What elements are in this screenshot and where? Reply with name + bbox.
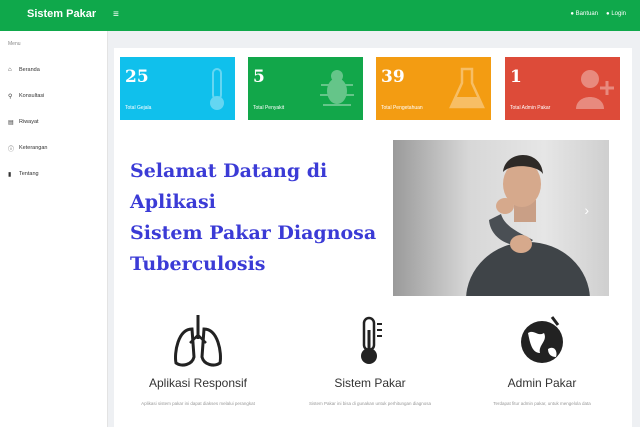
sidebar-item-label: Keterangan xyxy=(19,145,48,151)
sidebar: Menu ⌂ Beranda ⚲ Konsultasi ▤ Riwayat ⓘ … xyxy=(0,31,108,427)
sidebar-item-label: Konsultasi xyxy=(19,93,45,99)
sidebar-item-riwayat[interactable]: ▤ Riwayat xyxy=(0,109,107,135)
feature-aplikasi-responsif: Aplikasi Responsif Aplikasi sistem pakar… xyxy=(118,311,278,407)
bug-icon xyxy=(320,70,354,106)
top-right-links: ● Bantuan ● Login xyxy=(570,11,626,17)
feature-title: Admin Pakar xyxy=(507,376,577,390)
stat-label: Total Admin Pakar xyxy=(510,105,551,111)
history-icon: ▤ xyxy=(8,119,14,126)
sidebar-item-beranda[interactable]: ⌂ Beranda xyxy=(0,57,107,83)
welcome-heading: Selamat Datang di Aplikasi Sistem Pakar … xyxy=(130,156,380,280)
sidebar-item-label: Tentang xyxy=(19,171,39,177)
thermometer-icon xyxy=(290,311,450,371)
welcome-line: Sistem Pakar Diagnosa xyxy=(130,222,377,244)
sidebar-item-tentang[interactable]: ▮ Tentang xyxy=(0,161,107,187)
feature-desc: Sistem Pakar ini bisa di gunakan untuk p… xyxy=(308,401,432,406)
flask-icon xyxy=(449,67,485,109)
main-content: 25 Total Gejala 5 Total Penyakit 39 Tota… xyxy=(114,48,632,427)
feature-title: Sistem Pakar xyxy=(334,376,406,390)
stat-label: Total Gejala xyxy=(125,105,152,111)
feature-title: Aplikasi Responsif xyxy=(148,376,248,390)
stat-box-penyakit[interactable]: 5 Total Penyakit xyxy=(248,57,363,120)
welcome-line: Tuberculosis xyxy=(130,253,266,275)
hamburger-icon[interactable]: ≡ xyxy=(113,9,119,20)
globe-icon xyxy=(462,311,622,371)
sidebar-heading: Menu xyxy=(8,41,21,47)
chevron-right-icon[interactable]: › xyxy=(584,202,589,218)
top-navbar: Sistem Pakar ≡ ● Bantuan ● Login xyxy=(0,0,640,31)
home-icon: ⌂ xyxy=(8,67,12,73)
help-icon: ● xyxy=(570,11,574,17)
stat-label: Total Penyakit xyxy=(253,105,285,111)
sidebar-item-konsultasi[interactable]: ⚲ Konsultasi xyxy=(0,83,107,109)
brand-title[interactable]: Sistem Pakar xyxy=(27,8,96,20)
sidebar-item-keterangan[interactable]: ⓘ Keterangan xyxy=(0,135,107,161)
help-link[interactable]: ● Bantuan xyxy=(570,11,598,17)
stat-value: 39 xyxy=(381,67,405,87)
stat-label: Total Pengetahuan xyxy=(381,105,423,111)
stat-value: 1 xyxy=(510,67,522,87)
sidebar-item-label: Riwayat xyxy=(19,119,39,125)
stat-box-pengetahuan[interactable]: 39 Total Pengetahuan xyxy=(376,57,491,120)
stat-box-admin-pakar[interactable]: 1 Total Admin Pakar xyxy=(505,57,620,120)
user-add-icon xyxy=(576,70,614,109)
hero-carousel[interactable]: › xyxy=(393,140,609,296)
feature-sistem-pakar: Sistem Pakar Sistem Pakar ini bisa di gu… xyxy=(290,311,450,407)
login-label: Login xyxy=(611,11,626,17)
thermometer-icon xyxy=(210,68,224,110)
welcome-line: Selamat Datang di Aplikasi xyxy=(130,160,328,213)
man-coughing-photo xyxy=(466,155,590,296)
about-icon: ▮ xyxy=(8,171,12,178)
feature-admin-pakar: Admin Pakar Terdapat fitur admin pakar, … xyxy=(462,311,622,407)
login-icon: ● xyxy=(606,11,610,17)
feature-desc: Aplikasi sistem pakar ini dapat diakses … xyxy=(141,401,255,406)
stat-value: 25 xyxy=(125,67,149,87)
login-link[interactable]: ● Login xyxy=(606,11,626,17)
lungs-icon xyxy=(118,311,278,371)
sidebar-item-label: Beranda xyxy=(19,67,40,73)
help-label: Bantuan xyxy=(575,11,599,17)
stat-value: 5 xyxy=(253,67,265,87)
feature-desc: Terdapat fitur admin pakar, untuk mengel… xyxy=(493,401,591,406)
info-icon: ⓘ xyxy=(8,146,15,153)
stat-box-gejala[interactable]: 25 Total Gejala xyxy=(120,57,235,120)
search-icon: ⚲ xyxy=(8,93,13,100)
